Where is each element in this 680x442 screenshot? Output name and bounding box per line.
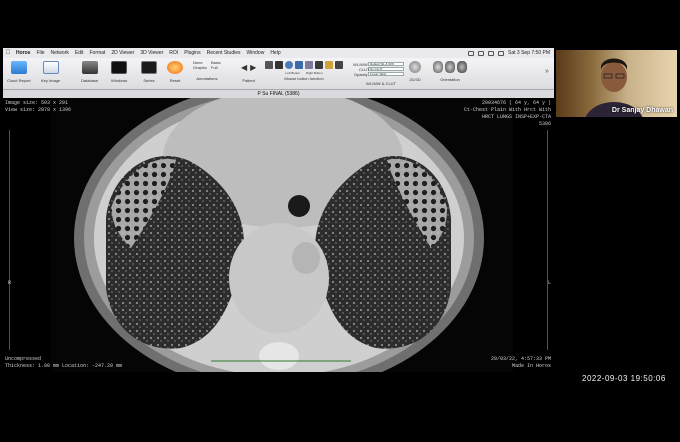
control-center-icon[interactable] <box>498 50 505 56</box>
vertebra <box>259 342 299 370</box>
participant-name: Dr Sanjay Dhawan <box>611 107 673 114</box>
series-button[interactable]: Series <box>141 61 157 83</box>
ct-axial-slice <box>74 98 484 372</box>
menu-edit[interactable]: Edit <box>72 50 87 56</box>
roi-tool-icon[interactable] <box>325 61 333 69</box>
key-image-icon <box>42 61 59 74</box>
horos-toolbar: Cloud Report Key Image Database Windows … <box>3 58 554 90</box>
left-button-label: Left Button <box>285 71 300 75</box>
right-orientation-marker: L <box>548 280 552 286</box>
rotate-tool-icon[interactable] <box>295 61 303 69</box>
axial-orientation-icon[interactable] <box>433 61 443 73</box>
left-ruler <box>9 130 10 350</box>
series-icon <box>141 61 157 74</box>
wl-clut-controls: Default WL & WW No CLUT Linear Table <box>368 62 404 77</box>
orientation-control[interactable]: Orientation <box>433 61 467 82</box>
battery-icon[interactable] <box>478 50 485 56</box>
mouse-button-function-label: Mouse button function <box>284 76 324 81</box>
annot-graphic-option[interactable]: Graphic <box>193 65 207 70</box>
series-description-overlay: HRCT LUNGS INSP+EXP-CTA <box>481 114 551 120</box>
wl-ww-clut-group-label: WL/WW & CLUT <box>366 81 396 86</box>
series-number-overlay: 5386 <box>538 121 551 127</box>
webcam-tile: Dr Sanjay Dhawan <box>556 50 677 117</box>
opacity-select[interactable]: Linear Table <box>368 72 404 76</box>
view-size-overlay: View size: 2878 x 1396 <box>5 107 72 113</box>
menu-recent-studies[interactable]: Recent Studies <box>204 50 244 56</box>
made-in-horos-overlay: Made In Horos <box>511 363 551 369</box>
wl-ww-select[interactable]: Default WL & WW <box>368 62 404 66</box>
image-size-overlay: Image size: 503 x 291 <box>5 100 69 106</box>
menubar-clock[interactable]: Sat 3 Sep 7:50 PM <box>508 50 550 56</box>
recording-timestamp: 2022-09-03 19:50:06 <box>582 374 666 383</box>
key-image-button[interactable]: Key Image <box>41 61 60 83</box>
compression-overlay: Uncompressed <box>5 356 42 362</box>
wl-tool-icon[interactable] <box>265 61 273 69</box>
acquisition-date-overlay: 29/03/22, 4:57:33 PM <box>490 356 551 362</box>
move-tool-icon[interactable] <box>275 61 283 69</box>
coronal-orientation-icon[interactable] <box>445 61 455 73</box>
clut-select[interactable]: No CLUT <box>368 67 404 71</box>
menu-format[interactable]: Format <box>86 50 108 56</box>
menu-help[interactable]: Help <box>267 50 283 56</box>
menu-network[interactable]: Network <box>48 50 72 56</box>
zoom-tool-icon[interactable] <box>285 61 293 69</box>
annotations-label: Annotations <box>196 76 218 81</box>
menu-2d-viewer[interactable]: 2D Viewer <box>108 50 137 56</box>
study-description-overlay: Ct-Chest Plain With Hrct With <box>463 107 551 113</box>
wifi-icon[interactable] <box>468 50 475 56</box>
cloud-report-icon <box>10 61 27 74</box>
image-viewer[interactable]: P Su FINAL (5386) R L Image size: 503 x … <box>3 90 554 394</box>
menu-app-horos[interactable]: Horos <box>13 50 33 56</box>
right-button-label: Right Button <box>306 71 323 75</box>
right-ruler <box>547 130 548 350</box>
viewer-window-title: P Su FINAL (5386) <box>3 90 554 98</box>
next-patient-icon[interactable]: ▶ <box>250 61 256 74</box>
menu-file[interactable]: File <box>33 50 47 56</box>
ct-scan-image[interactable] <box>51 98 513 372</box>
3d-icon <box>409 61 421 73</box>
scroll-tool-icon[interactable] <box>305 61 313 69</box>
reset-button[interactable]: Reset <box>167 61 183 83</box>
reset-icon <box>167 61 183 74</box>
database-button[interactable]: Database <box>81 61 98 83</box>
crop-tool-icon[interactable] <box>335 61 343 69</box>
participant-face <box>601 62 627 92</box>
2d-3d-button[interactable]: 2D/3D <box>409 61 421 82</box>
length-tool-icon[interactable] <box>315 61 323 69</box>
menu-plugins[interactable]: Plugins <box>181 50 203 56</box>
mouse-tools[interactable]: Left Button Right Button Mouse button fu… <box>265 61 343 81</box>
windows-button[interactable]: Windows <box>111 61 127 83</box>
menu-3d-viewer[interactable]: 3D Viewer <box>137 50 166 56</box>
sagittal-orientation-icon[interactable] <box>457 61 467 73</box>
annotations-control[interactable]: None Graphic Basic Full Annotations <box>193 60 221 81</box>
thickness-location-overlay: Thickness: 1.00 mm Location: -247.20 mm <box>5 363 123 369</box>
aorta <box>292 242 320 274</box>
previous-patient-icon[interactable]: ◀ <box>241 61 247 74</box>
menu-window[interactable]: Window <box>244 50 268 56</box>
cloud-report-button[interactable]: Cloud Report <box>7 61 31 83</box>
windows-icon <box>111 61 128 74</box>
database-icon <box>81 61 98 74</box>
patient-navigation[interactable]: ◀ ▶ Patient <box>241 61 256 83</box>
heart <box>229 223 329 333</box>
search-icon[interactable] <box>488 50 495 56</box>
trachea <box>288 195 310 217</box>
shared-screen:  Horos File Network Edit Format 2D View… <box>3 48 554 394</box>
annot-full-option[interactable]: Full <box>211 65 221 70</box>
opacity-label: Opacity <box>354 72 368 77</box>
patient-info-overlay: 20034676 ( 64 y, 64 y ) <box>481 100 551 106</box>
mac-menubar:  Horos File Network Edit Format 2D View… <box>3 48 554 58</box>
menu-roi[interactable]: ROI <box>166 50 181 56</box>
toolbar-overflow-icon[interactable]: » <box>545 68 549 75</box>
left-orientation-marker: R <box>8 280 12 286</box>
apple-menu-icon[interactable]:  <box>3 50 13 56</box>
